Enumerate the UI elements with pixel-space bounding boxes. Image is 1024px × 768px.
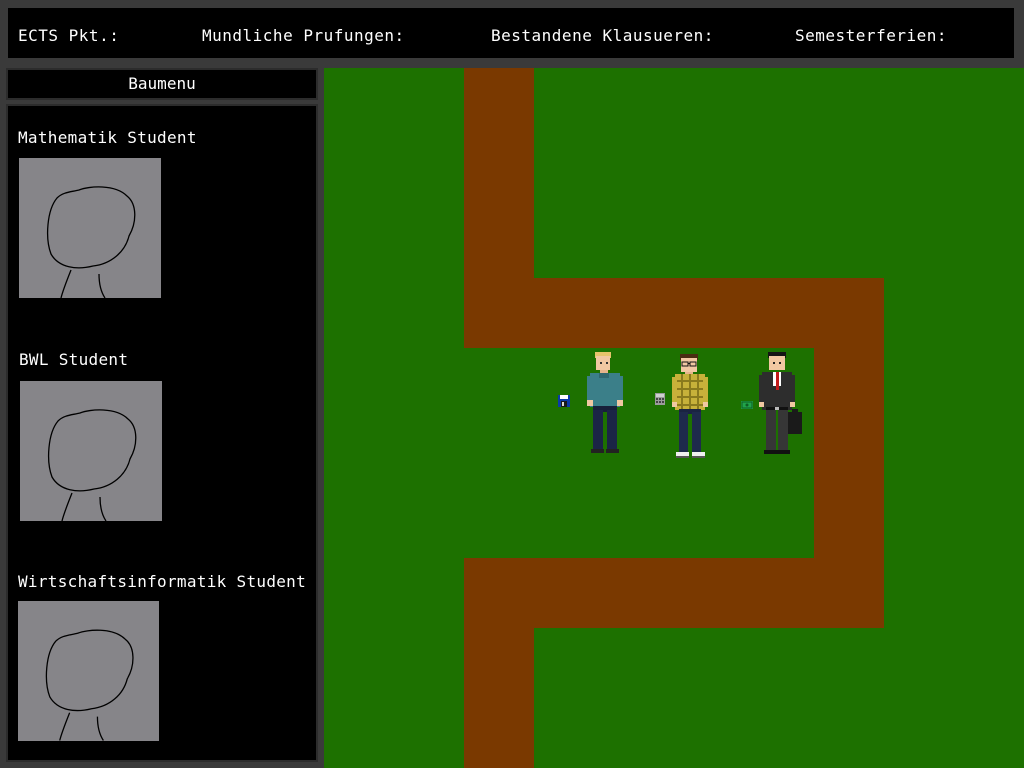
oral-exams-label: Mundliche Prufungen:	[202, 26, 405, 45]
build-menu-title: Baumenu	[6, 68, 318, 100]
build-option-wirtschaftsinformatik-student[interactable]: Wirtschaftsinformatik Student	[8, 572, 316, 768]
unit-name: Mathematik Student	[18, 128, 197, 147]
build-menu-panel: Mathematik Student BWL Student Wirtschaf…	[6, 104, 318, 762]
bwl-student-sprite[interactable]	[758, 352, 802, 464]
student-portrait-icon	[19, 158, 161, 299]
mathematik-student-sprite[interactable]	[584, 352, 626, 464]
path-segment	[464, 558, 534, 768]
game-screen: ECTS Pkt.: Mundliche Prufungen: Bestande…	[0, 0, 1024, 768]
student-portrait-icon	[18, 601, 159, 741]
ects-points-label: ECTS Pkt.:	[18, 26, 120, 45]
game-map[interactable]	[324, 68, 1024, 768]
semester-break-label: Semesterferien:	[795, 26, 947, 45]
passed-exams-label: Bestandene Klausueren:	[491, 26, 714, 45]
build-option-bwl-student[interactable]: BWL Student	[8, 350, 316, 550]
student-portrait-icon	[20, 381, 162, 522]
unit-name: Wirtschaftsinformatik Student	[18, 572, 307, 591]
calculator-icon	[655, 390, 665, 409]
floppy-disk-icon	[558, 392, 570, 411]
stats-bar: ECTS Pkt.: Mundliche Prufungen: Bestande…	[6, 6, 1016, 60]
build-option-mathematik-student[interactable]: Mathematik Student	[8, 128, 316, 328]
unit-name: BWL Student	[19, 350, 129, 369]
money-icon	[741, 394, 753, 413]
wirtschaftsinformatik-student-sprite[interactable]	[670, 354, 710, 466]
